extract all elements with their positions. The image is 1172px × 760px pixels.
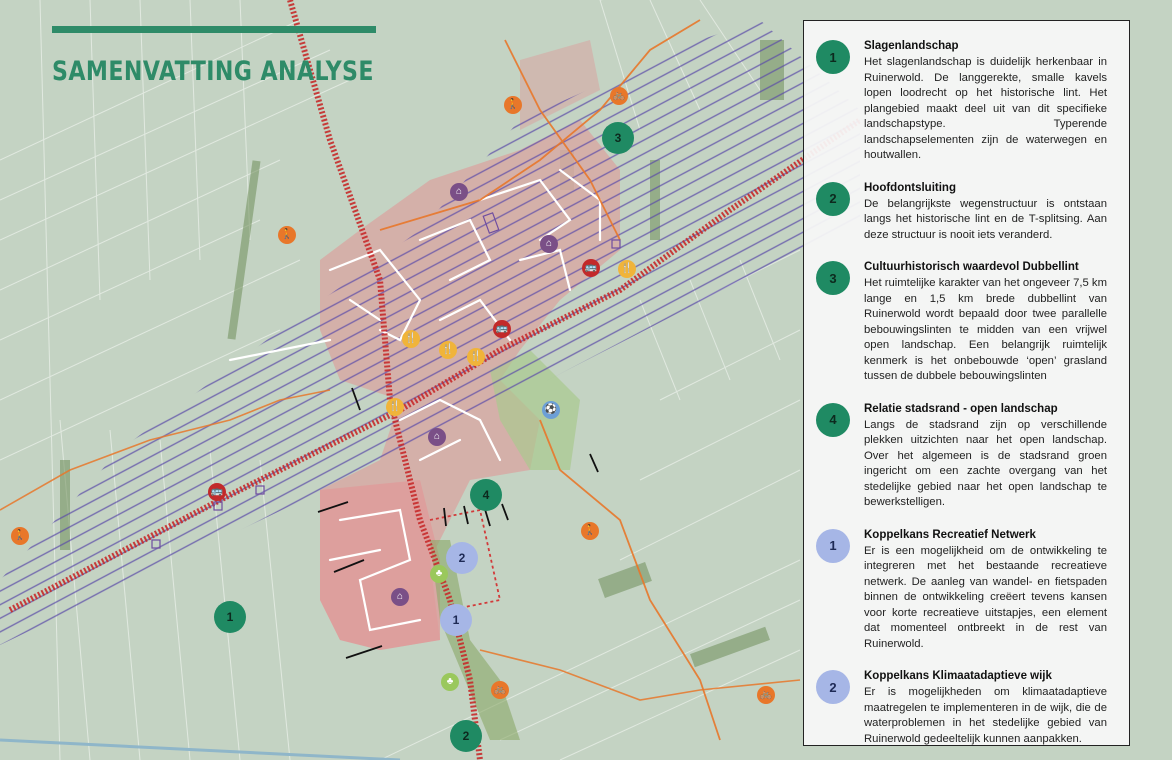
legend-panel: 1 Slagenlandschap Het slagenlandschap is … xyxy=(803,20,1130,746)
poi-glyph: 🍴 xyxy=(620,263,634,274)
house-icon: ⌂ xyxy=(450,183,468,201)
legend-item: 1 Slagenlandschap Het slagenlandschap is … xyxy=(816,39,1107,164)
house-icon: ⌂ xyxy=(428,428,446,446)
poi-glyph: ⌂ xyxy=(545,238,553,249)
restaurant-icon: 🍴 xyxy=(386,398,404,416)
house-icon: ⌂ xyxy=(391,588,409,606)
bus-icon: 🚌 xyxy=(582,259,600,277)
walking-icon: 🚶 xyxy=(278,226,296,244)
map-label-blue-1: 1 xyxy=(440,604,472,636)
legend-number-badge: 1 xyxy=(816,40,850,74)
bus-icon: 🚌 xyxy=(208,483,226,501)
poi-glyph: 🍴 xyxy=(441,344,455,355)
house-icon: ⌂ xyxy=(540,235,558,253)
map-label-2: 2 xyxy=(450,720,482,752)
walking-icon: 🚶 xyxy=(504,96,522,114)
poi-glyph: 🍴 xyxy=(404,333,418,344)
poi-glyph: ⌂ xyxy=(455,186,463,197)
poi-glyph: 🚌 xyxy=(495,323,509,334)
legend-number-badge: 4 xyxy=(816,402,850,437)
legend-number-badge: 3 xyxy=(816,261,850,295)
sport-icon: ⚽ xyxy=(542,401,560,419)
poi-glyph: 🍴 xyxy=(388,401,402,412)
bus-icon: 🚌 xyxy=(493,320,511,338)
legend-text: Er is mogelijkheden om klimaatadaptieve … xyxy=(864,686,1107,745)
poi-glyph: 🚶 xyxy=(13,530,27,541)
legend-text: Het slagenlandschap is duidelijk herkenb… xyxy=(864,56,1107,161)
legend-item: 2 Koppelkans Klimaatadaptieve wijk Er is … xyxy=(816,669,1107,747)
title-bar xyxy=(52,26,376,33)
poi-glyph: ♣ xyxy=(446,676,454,687)
map-label-number: 1 xyxy=(226,610,234,624)
legend-heading: Relatie stadsrand - open landschap xyxy=(864,402,1058,415)
map-label-number: 3 xyxy=(614,131,622,145)
legend-number-badge: 1 xyxy=(816,528,850,563)
legend-item: 1 Koppelkans Recreatief Netwerk Er is een… xyxy=(816,528,1107,653)
legend-heading: Slagenlandschap xyxy=(864,40,959,52)
legend-heading: Koppelkans Recreatief Netwerk xyxy=(864,528,1036,541)
poi-glyph: ⚽ xyxy=(544,404,558,415)
map-label-4: 4 xyxy=(470,479,502,511)
legend-number-badge: 2 xyxy=(816,181,850,216)
poi-glyph: ♣ xyxy=(435,568,443,579)
legend-text: Het ruimtelijke karakter van het ongevee… xyxy=(864,277,1107,382)
map-label-number: 2 xyxy=(458,551,466,565)
map-label-1: 1 xyxy=(214,601,246,633)
walking-icon: 🚶 xyxy=(581,522,599,540)
legend-heading: Cultuurhistorisch waardevol Dubbellint xyxy=(864,261,1079,273)
poi-glyph: 🚶 xyxy=(583,525,597,536)
restaurant-icon: 🍴 xyxy=(618,260,636,278)
map-label-number: 4 xyxy=(482,488,490,502)
poi-glyph: 🚲 xyxy=(493,684,507,695)
restaurant-icon: 🍴 xyxy=(467,348,485,366)
poi-glyph: 🚲 xyxy=(612,90,626,101)
legend-heading: Hoofdontsluiting xyxy=(864,181,956,194)
tree-icon: ♣ xyxy=(441,673,459,691)
walking-icon: 🚶 xyxy=(11,527,29,545)
poi-glyph: 🚌 xyxy=(584,262,598,273)
map-label-3: 3 xyxy=(602,122,634,154)
bicycle-icon: 🚲 xyxy=(757,686,775,704)
bicycle-icon: 🚲 xyxy=(491,681,509,699)
poi-glyph: 🚌 xyxy=(210,486,224,497)
map-label-number: 1 xyxy=(452,613,460,627)
poi-glyph: 🚶 xyxy=(506,99,520,110)
page-title: SAMENVATTING ANALYSE xyxy=(52,56,374,87)
restaurant-icon: 🍴 xyxy=(439,341,457,359)
poi-glyph: ⌂ xyxy=(433,431,441,442)
legend-text: Langs de stadsrand zijn op verschillende… xyxy=(864,418,1107,509)
tree-icon: ♣ xyxy=(430,565,448,583)
map-label-number: 2 xyxy=(462,729,470,743)
poi-glyph: 🚲 xyxy=(759,689,773,700)
poi-glyph: ⌂ xyxy=(396,591,404,602)
legend-heading: Koppelkans Klimaatadaptieve wijk xyxy=(864,670,1052,682)
restaurant-icon: 🍴 xyxy=(402,330,420,348)
bicycle-icon: 🚲 xyxy=(610,87,628,105)
map-label-blue-2: 2 xyxy=(446,542,478,574)
poi-glyph: 🚶 xyxy=(280,229,294,240)
legend-text: De belangrijkste wegenstructuur is ontst… xyxy=(864,197,1107,241)
legend-item: 4 Relatie stadsrand - open landschap Lang… xyxy=(816,402,1107,511)
legend-item: 2 Hoofdontsluiting De belangrijkste wegen… xyxy=(816,181,1107,244)
legend-number-badge: 2 xyxy=(816,670,850,704)
poi-glyph: 🍴 xyxy=(469,351,483,362)
legend-item: 3 Cultuurhistorisch waardevol Dubbellint… xyxy=(816,260,1107,385)
legend-text: Er is een mogelijkheid om de ontwikkelin… xyxy=(864,544,1107,650)
